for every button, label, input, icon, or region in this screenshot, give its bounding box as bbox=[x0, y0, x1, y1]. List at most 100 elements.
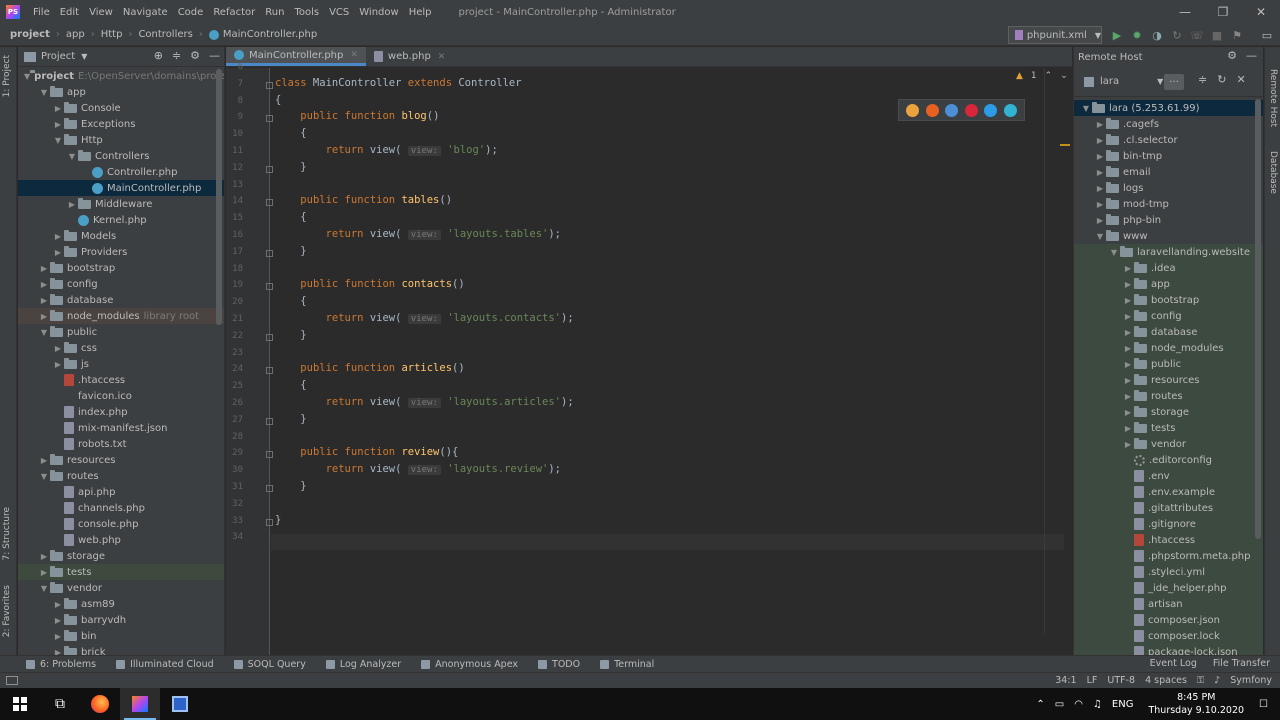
safari-icon[interactable] bbox=[945, 103, 959, 117]
menu-tools[interactable]: Tools bbox=[289, 7, 324, 18]
tree-item[interactable]: ▶ resources bbox=[1074, 372, 1263, 388]
tree-item[interactable]: channels.php bbox=[18, 500, 224, 516]
opera-icon[interactable] bbox=[964, 103, 978, 117]
tree-item[interactable]: ▶ tests bbox=[18, 564, 224, 580]
tree-item[interactable]: ▶ database bbox=[18, 292, 224, 308]
tree-item[interactable]: .editorconfig bbox=[1074, 452, 1263, 468]
chevron-right-icon[interactable]: ▶ bbox=[38, 280, 50, 289]
chevron-right-icon[interactable]: ▶ bbox=[1122, 360, 1134, 369]
close-icon[interactable]: ✕ bbox=[1236, 73, 1245, 86]
fold-marker-icon[interactable] bbox=[266, 165, 273, 173]
chevron-right-icon[interactable]: ▶ bbox=[1122, 392, 1134, 401]
chevron-right-icon[interactable]: ▶ bbox=[52, 360, 64, 369]
listen-debug-icon[interactable]: ☏ bbox=[1190, 28, 1204, 42]
chevron-right-icon[interactable]: ▶ bbox=[52, 232, 64, 241]
firefox-taskbar-button[interactable] bbox=[80, 688, 120, 720]
file-transfer-tool[interactable]: File Transfer bbox=[1213, 658, 1270, 669]
tree-item[interactable]: ▶ storage bbox=[18, 548, 224, 564]
chevron-right-icon[interactable]: ▶ bbox=[52, 600, 64, 609]
tree-item[interactable]: ▶ brick bbox=[18, 644, 224, 655]
tree-item[interactable]: ▶ vendor bbox=[1074, 436, 1263, 452]
tree-item[interactable]: ▶ asm89 bbox=[18, 596, 224, 612]
tree-item[interactable]: .gitignore bbox=[1074, 516, 1263, 532]
tree-item[interactable]: .env.example bbox=[1074, 484, 1263, 500]
coverage-icon[interactable]: ◑ bbox=[1150, 28, 1164, 42]
menu-navigate[interactable]: Navigate bbox=[118, 7, 173, 18]
tree-item[interactable]: ▼ routes bbox=[18, 468, 224, 484]
file-encoding[interactable]: UTF-8 bbox=[1107, 675, 1135, 686]
edge-icon[interactable] bbox=[1003, 103, 1017, 117]
ie-icon[interactable] bbox=[984, 103, 998, 117]
chrome-icon[interactable] bbox=[906, 103, 920, 117]
caret-position[interactable]: 34:1 bbox=[1055, 675, 1076, 686]
close-tab-icon[interactable]: ✕ bbox=[350, 50, 358, 60]
fold-marker-icon[interactable] bbox=[266, 451, 273, 459]
remote-host-tool-tab[interactable]: Remote Host bbox=[1268, 69, 1278, 127]
toggle-tool-windows-icon[interactable] bbox=[6, 676, 18, 685]
tree-item[interactable]: .env bbox=[1074, 468, 1263, 484]
fold-marker-icon[interactable] bbox=[266, 333, 273, 341]
breadcrumb-app[interactable]: app bbox=[66, 29, 85, 40]
chevron-right-icon[interactable]: ▶ bbox=[1122, 440, 1134, 449]
favorites-tool-tab[interactable]: 2: Favorites bbox=[2, 585, 12, 637]
chevron-right-icon[interactable]: ▶ bbox=[52, 104, 64, 113]
framework-label[interactable]: Symfony bbox=[1230, 675, 1272, 686]
tree-item[interactable]: ▶ php-bin bbox=[1074, 212, 1263, 228]
debug-icon[interactable]: ✹ bbox=[1130, 28, 1144, 42]
chevron-down-icon[interactable]: ▼ bbox=[24, 72, 30, 81]
start-button[interactable] bbox=[0, 688, 40, 720]
fold-marker-icon[interactable] bbox=[266, 518, 273, 526]
tree-item[interactable]: ▼ www bbox=[1074, 228, 1263, 244]
illuminated-cloud-tool[interactable]: Illuminated Cloud bbox=[116, 659, 214, 670]
chevron-down-icon[interactable]: ▼ bbox=[66, 152, 78, 161]
stop-icon[interactable]: ■ bbox=[1210, 28, 1224, 42]
breadcrumb-file[interactable]: MainController.php bbox=[223, 29, 317, 40]
indent-setting[interactable]: 4 spaces bbox=[1145, 675, 1187, 686]
chevron-right-icon[interactable]: ▶ bbox=[1122, 344, 1134, 353]
chevron-down-icon[interactable]: ▼ bbox=[38, 584, 50, 593]
tree-item[interactable]: ▶ .idea bbox=[1074, 260, 1263, 276]
soql-query-tool[interactable]: SOQL Query bbox=[233, 659, 306, 670]
tree-item[interactable]: MainController.php bbox=[18, 180, 224, 196]
chevron-right-icon[interactable]: ▶ bbox=[1122, 296, 1134, 305]
menu-file[interactable]: File bbox=[28, 7, 55, 18]
tree-item[interactable]: ▶ Models bbox=[18, 228, 224, 244]
chevron-right-icon[interactable]: ▶ bbox=[38, 568, 50, 577]
chevron-right-icon[interactable]: ▶ bbox=[1122, 312, 1134, 321]
tree-item[interactable]: ▶ bootstrap bbox=[18, 260, 224, 276]
tree-item[interactable]: ▶ storage bbox=[1074, 404, 1263, 420]
chevron-right-icon[interactable]: ▶ bbox=[1094, 200, 1106, 209]
warning-stripe-marker[interactable] bbox=[1060, 144, 1070, 146]
chevron-down-icon[interactable]: ▼ bbox=[1080, 104, 1092, 113]
tree-item[interactable]: .htaccess bbox=[1074, 532, 1263, 548]
chevron-up-icon[interactable]: ⌃ bbox=[1036, 699, 1044, 710]
editor-scrollbar[interactable] bbox=[1044, 68, 1072, 635]
editor-tab[interactable]: MainController.php ✕ bbox=[226, 47, 366, 66]
refresh-icon[interactable]: ↻ bbox=[1217, 73, 1226, 86]
tree-item[interactable]: ▶ logs bbox=[1074, 180, 1263, 196]
database-tool-tab[interactable]: Database bbox=[1268, 151, 1278, 194]
run-configuration-select[interactable]: phpunit.xml ▼ bbox=[1008, 26, 1102, 44]
tree-item[interactable]: ▶ .cagefs bbox=[1074, 116, 1263, 132]
menu-help[interactable]: Help bbox=[404, 7, 437, 18]
log-analyzer-tool[interactable]: Log Analyzer bbox=[325, 659, 401, 670]
tree-item[interactable]: ▼ lara (5.253.61.99) bbox=[1074, 100, 1263, 116]
tree-item[interactable]: ▶ node_modules bbox=[1074, 340, 1263, 356]
breadcrumb-controllers[interactable]: Controllers bbox=[138, 29, 192, 40]
chevron-right-icon[interactable]: ▶ bbox=[52, 632, 64, 641]
tree-item[interactable]: ▶ config bbox=[1074, 308, 1263, 324]
tree-item[interactable]: ▼ vendor bbox=[18, 580, 224, 596]
clock[interactable]: 8:45 PM Thursday 9.10.2020 bbox=[1148, 691, 1244, 717]
tree-item[interactable]: favicon.ico bbox=[18, 388, 224, 404]
language-indicator[interactable]: ENG bbox=[1112, 699, 1134, 710]
tree-item[interactable]: ▶ bin bbox=[18, 628, 224, 644]
tree-item[interactable]: index.php bbox=[18, 404, 224, 420]
fold-marker-icon[interactable] bbox=[266, 115, 273, 123]
todo-tool[interactable]: TODO bbox=[538, 659, 580, 670]
chevron-right-icon[interactable]: ▶ bbox=[1122, 264, 1134, 273]
chevron-right-icon[interactable]: ▶ bbox=[1122, 376, 1134, 385]
chevron-down-icon[interactable]: ▼ bbox=[38, 472, 50, 481]
close-window-icon[interactable]: ✕ bbox=[1242, 0, 1280, 24]
fold-marker-icon[interactable] bbox=[266, 249, 273, 257]
tree-item[interactable]: .htaccess bbox=[18, 372, 224, 388]
